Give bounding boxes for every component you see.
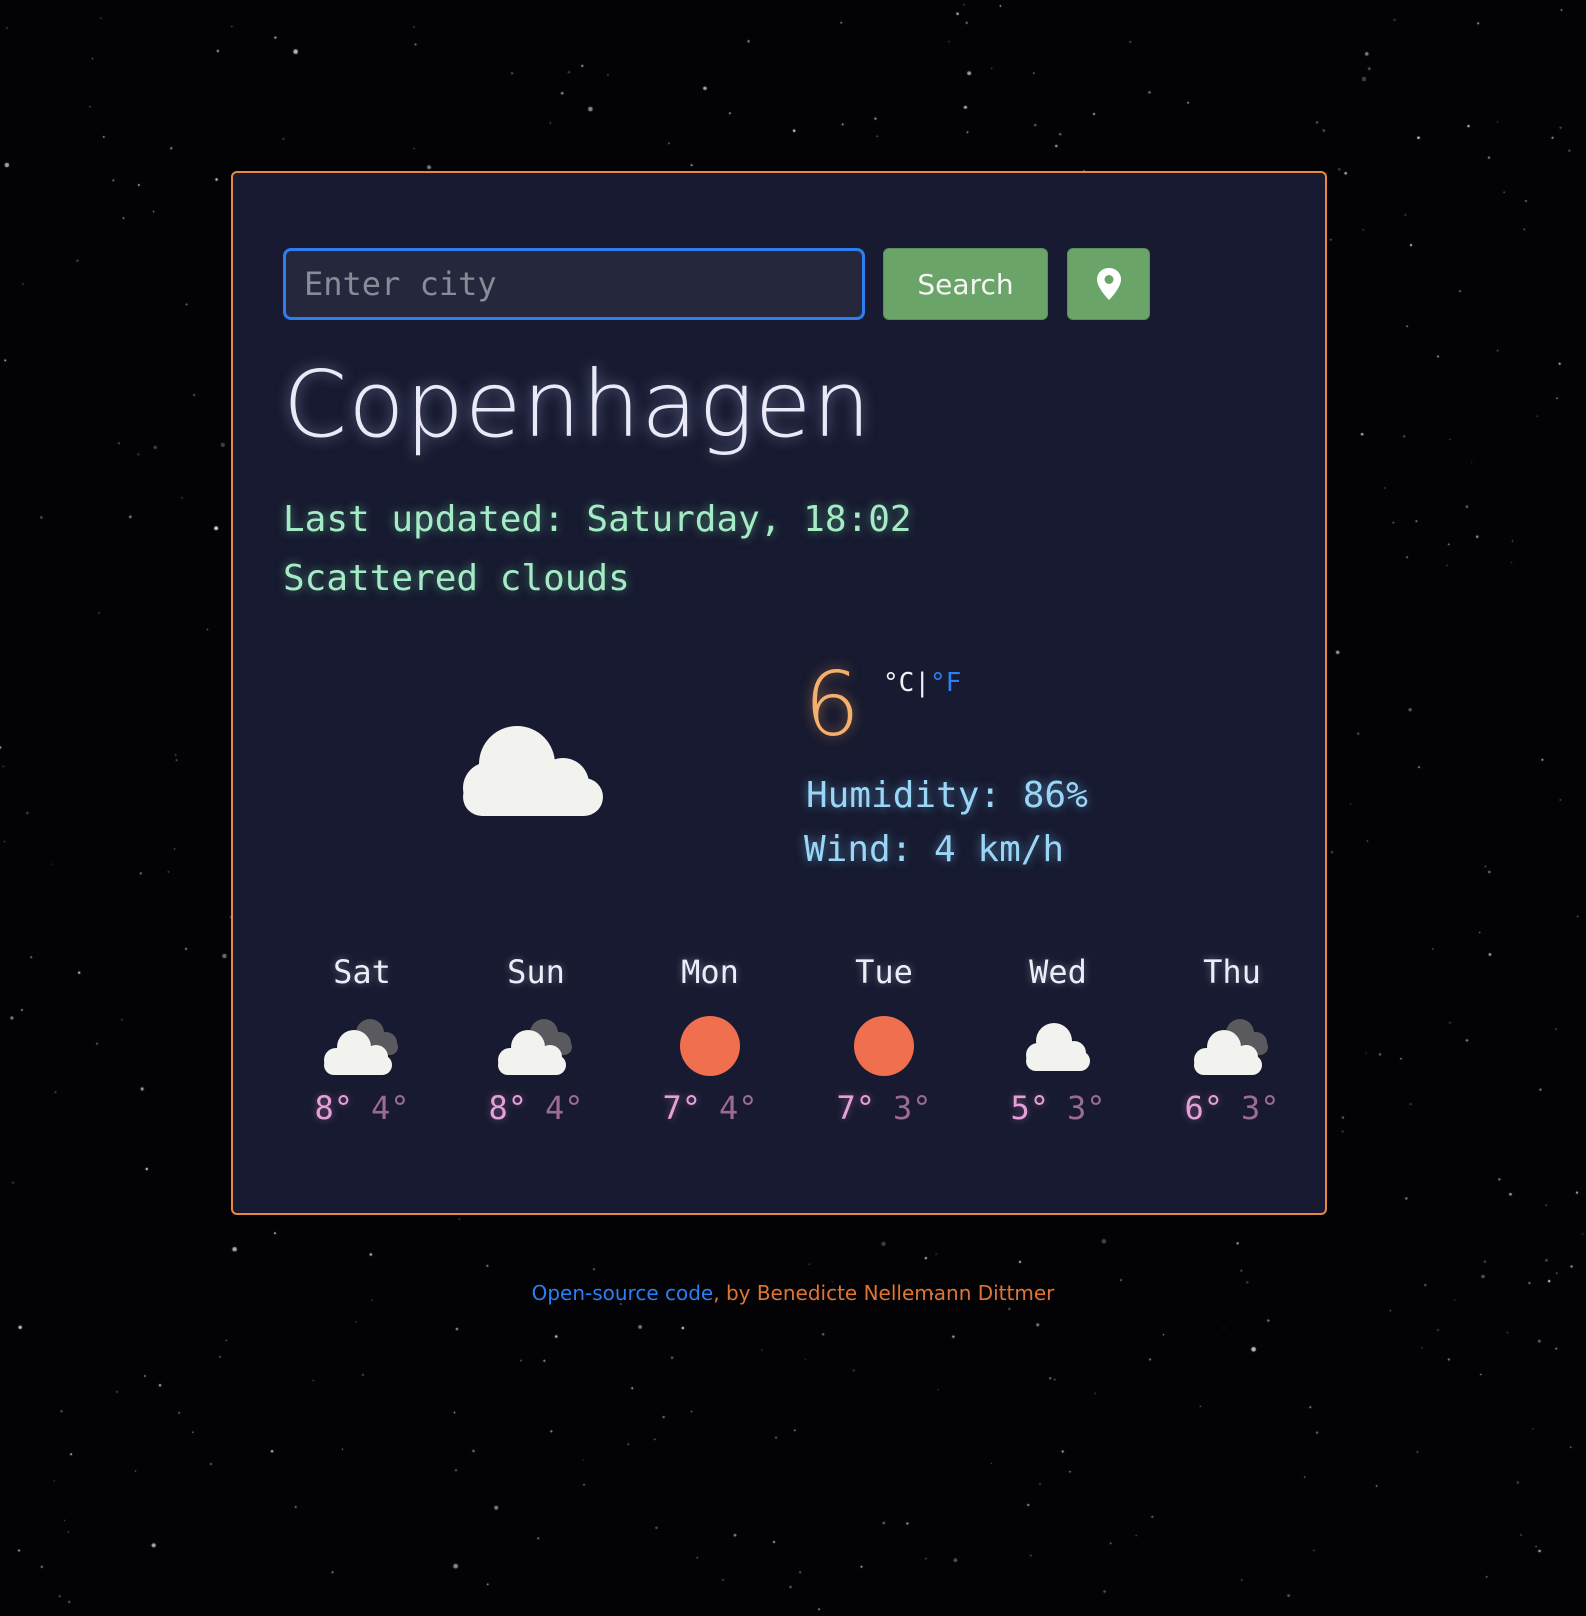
forecast-max-temp: 8° bbox=[488, 1089, 527, 1127]
forecast-max-temp: 6° bbox=[1184, 1089, 1223, 1127]
forecast-max-temp: 5° bbox=[1010, 1089, 1049, 1127]
sun-icon bbox=[680, 1016, 740, 1076]
forecast-temps: 6° 3° bbox=[1157, 1089, 1307, 1127]
humidity: Humidity: 86% bbox=[806, 775, 1088, 816]
forecast-max-temp: 8° bbox=[314, 1089, 353, 1127]
broken-clouds-icon bbox=[1194, 1019, 1268, 1075]
forecast-max-temp: 7° bbox=[836, 1089, 875, 1127]
current-temperature: 6 bbox=[804, 653, 860, 756]
forecast-temps: 7° 4° bbox=[635, 1089, 785, 1127]
forecast-max-temp: 7° bbox=[662, 1089, 701, 1127]
forecast-min-temp: 3° bbox=[1241, 1089, 1280, 1127]
open-source-link[interactable]: Open-source code bbox=[532, 1281, 714, 1305]
unit-separator: | bbox=[914, 668, 930, 698]
last-updated: Last updated: Saturday, 18:02 bbox=[283, 499, 912, 540]
city-name: Copenhagen bbox=[283, 351, 872, 458]
celsius-unit[interactable]: °C bbox=[883, 668, 914, 698]
forecast-temps: 8° 4° bbox=[287, 1089, 437, 1127]
footer: Open-source code, by Benedicte Nellemann… bbox=[0, 1281, 1586, 1305]
current-location-button[interactable] bbox=[1067, 248, 1150, 320]
weather-description: Scattered clouds bbox=[283, 558, 630, 599]
forecast-day-name: Tue bbox=[855, 953, 913, 991]
forecast-temps: 8° 4° bbox=[461, 1089, 611, 1127]
wind-speed: Wind: 4 km/h bbox=[804, 829, 1065, 870]
forecast-day-name: Wed bbox=[1029, 953, 1087, 991]
forecast-min-temp: 4° bbox=[719, 1089, 758, 1127]
cloud-icon bbox=[463, 726, 603, 816]
author-credit: , by Benedicte Nellemann Dittmer bbox=[713, 1281, 1055, 1305]
forecast-min-temp: 3° bbox=[893, 1089, 932, 1127]
forecast-temps: 5° 3° bbox=[983, 1089, 1133, 1127]
sun-icon bbox=[854, 1016, 914, 1076]
forecast-day: Wed 5° 3° bbox=[983, 953, 1133, 1127]
forecast-day: Sun 8° 4° bbox=[461, 953, 611, 1127]
forecast-min-temp: 4° bbox=[371, 1089, 410, 1127]
forecast-day-name: Mon bbox=[681, 953, 739, 991]
fahrenheit-link[interactable]: °F bbox=[930, 668, 961, 698]
broken-clouds-icon bbox=[324, 1019, 398, 1075]
forecast-min-temp: 3° bbox=[1067, 1089, 1106, 1127]
forecast-min-temp: 4° bbox=[545, 1089, 584, 1127]
forecast-day-name: Sun bbox=[507, 953, 565, 991]
unit-switch: °C|°F bbox=[883, 668, 961, 698]
forecast: Sat 8° 4° Sun 8° 4° Mon 7° 4° Tue 7° 3° … bbox=[283, 953, 1283, 1153]
forecast-day: Mon 7° 4° bbox=[635, 953, 785, 1127]
forecast-day: Sat 8° 4° bbox=[287, 953, 437, 1127]
broken-clouds-icon bbox=[498, 1019, 572, 1075]
forecast-day: Tue 7° 3° bbox=[809, 953, 959, 1127]
city-search-input[interactable] bbox=[283, 248, 865, 320]
forecast-day-name: Thu bbox=[1203, 953, 1261, 991]
weather-card: Search Copenhagen Last updated: Saturday… bbox=[231, 171, 1327, 1215]
search-button[interactable]: Search bbox=[883, 248, 1048, 320]
map-pin-icon bbox=[1096, 268, 1121, 300]
forecast-temps: 7° 3° bbox=[809, 1089, 959, 1127]
forecast-day: Thu 6° 3° bbox=[1157, 953, 1307, 1127]
cloud-icon bbox=[1026, 1023, 1090, 1071]
forecast-day-name: Sat bbox=[333, 953, 391, 991]
